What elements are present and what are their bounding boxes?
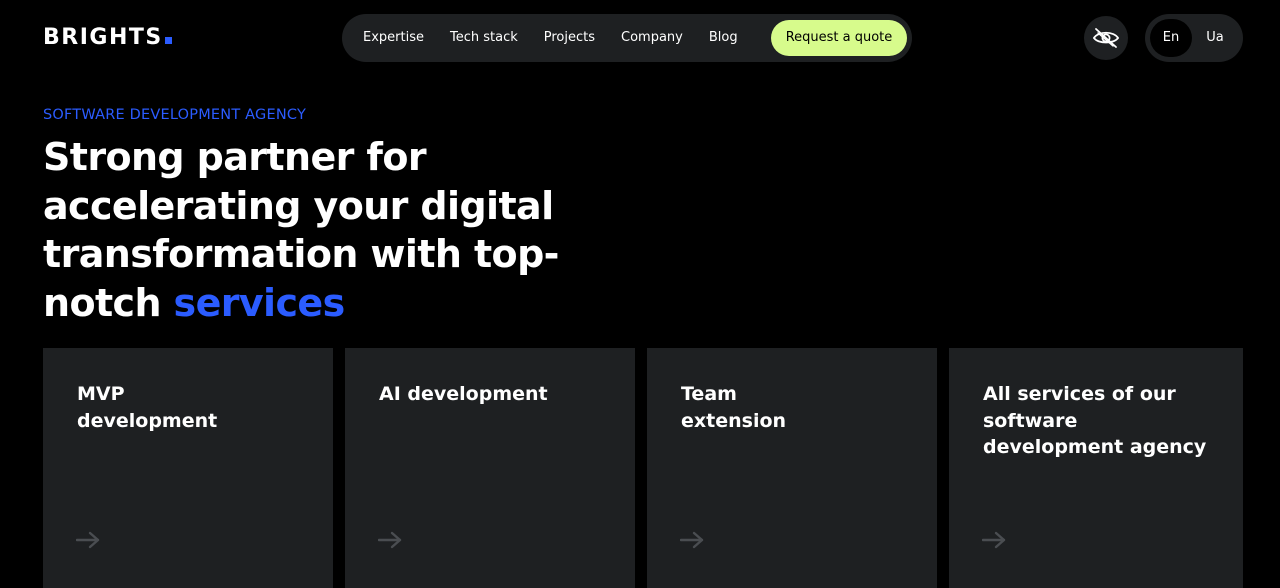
hero-headline: Strong partner for accelerating your dig… — [43, 133, 563, 327]
request-quote-button[interactable]: Request a quote — [771, 20, 907, 56]
hero-eyebrow: SOFTWARE DEVELOPMENT AGENCY — [43, 107, 307, 123]
nav-link-projects[interactable]: Projects — [531, 20, 608, 56]
nav-link-expertise[interactable]: Expertise — [349, 20, 437, 56]
main-nav: Expertise Tech stack Projects Company Bl… — [342, 14, 912, 62]
arrow-right-icon — [76, 531, 100, 549]
brand-logo[interactable]: BRIGHTS — [43, 24, 172, 52]
service-card-all-services[interactable]: All services of our software development… — [949, 348, 1243, 588]
service-card-ai-development[interactable]: AI development — [345, 348, 635, 588]
visibility-toggle-button[interactable] — [1084, 16, 1128, 60]
service-card-team-extension[interactable]: Team extension — [647, 348, 937, 588]
service-card-title: AI development — [379, 383, 548, 405]
eye-slash-icon — [1093, 28, 1119, 48]
logo-dot — [164, 37, 172, 44]
arrow-right-icon — [982, 531, 1006, 549]
service-card-title: Team extension — [681, 383, 787, 432]
service-card-mvp-development[interactable]: MVP development — [43, 348, 333, 588]
language-option-en[interactable]: En — [1150, 19, 1192, 57]
brand-logo-text: BRIGHTS — [43, 25, 163, 50]
service-card-title: MVP development — [77, 383, 218, 432]
nav-link-company[interactable]: Company — [608, 20, 696, 56]
arrow-right-icon — [378, 531, 402, 549]
hero-headline-accent: services — [173, 280, 346, 325]
nav-link-blog[interactable]: Blog — [696, 20, 751, 56]
language-switcher: En Ua — [1145, 14, 1243, 62]
arrow-right-icon — [680, 531, 704, 549]
service-card-title: All services of our software development… — [983, 383, 1207, 458]
language-option-ua[interactable]: Ua — [1194, 19, 1236, 57]
site-header: BRIGHTS Expertise Tech stack Projects Co… — [0, 0, 1280, 78]
nav-link-tech-stack[interactable]: Tech stack — [437, 20, 531, 56]
